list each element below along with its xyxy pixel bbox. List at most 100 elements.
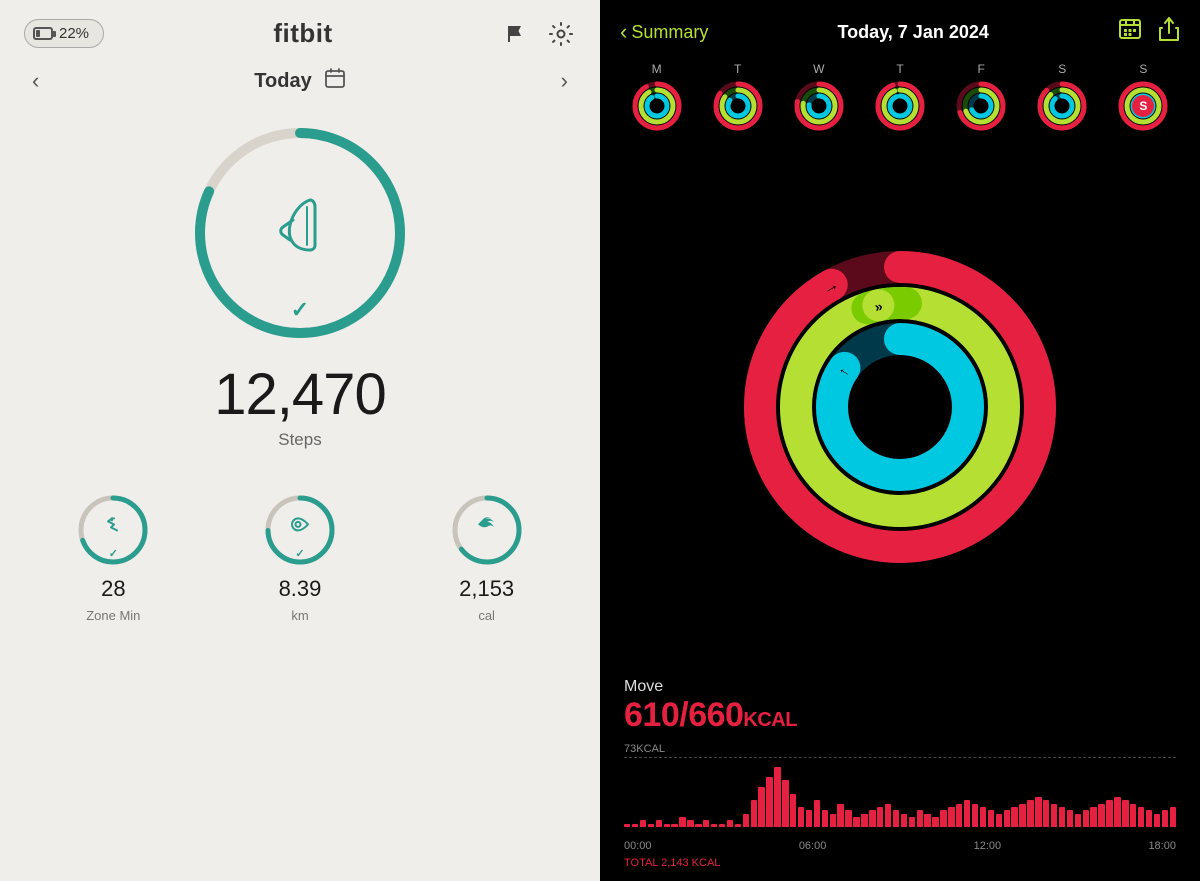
battery-percent: 22% (59, 25, 89, 42)
chart-bar-20 (782, 780, 788, 827)
metric-zone-min-ring: ✓ (73, 490, 153, 570)
zone-min-check: ✓ (109, 547, 118, 560)
day-ring-3 (874, 80, 926, 132)
apple-date: Today, 7 Jan 2024 (837, 22, 988, 43)
steps-value: 12,470 (214, 361, 385, 428)
chart-bar-42 (956, 804, 962, 827)
day-ring-item-5[interactable]: S (1036, 62, 1088, 132)
metric-cal-ring (447, 490, 527, 570)
day-ring-item-6[interactable]: S S (1117, 62, 1169, 132)
chart-bar-44 (972, 804, 978, 827)
chart-bar-5 (664, 824, 670, 827)
move-current: 610 (624, 696, 679, 734)
flag-icon[interactable] (502, 19, 532, 49)
chart-bar-61 (1106, 800, 1112, 827)
chart-bar-22 (798, 807, 804, 827)
chart-bar-58 (1083, 810, 1089, 827)
battery-badge: 22% (24, 19, 104, 48)
chart-bar-11 (711, 824, 717, 827)
day-ring-item-0[interactable]: M (631, 62, 683, 132)
chart-bar-10 (703, 820, 709, 827)
chart-bar-66 (1146, 810, 1152, 827)
chart-bar-51 (1027, 800, 1033, 827)
nav-row: ‹ Today › (0, 59, 600, 103)
activity-rings-section: → » ↑ (600, 144, 1200, 670)
chart-bar-64 (1130, 804, 1136, 827)
day-ring-6: S (1117, 80, 1169, 132)
day-ring-0 (631, 80, 683, 132)
day-ring-item-1[interactable]: T (712, 62, 764, 132)
calendar-icon[interactable] (324, 67, 346, 95)
chart-bar-34 (893, 810, 899, 827)
nav-prev[interactable]: ‹ (32, 68, 39, 94)
chart-bar-53 (1043, 800, 1049, 827)
km-value: 8.39 (279, 576, 322, 602)
time-label-2: 12:00 (974, 840, 1002, 852)
chart-bar-37 (917, 810, 923, 827)
day-ring-item-3[interactable]: T (874, 62, 926, 132)
apple-header: ‹ Summary Today, 7 Jan 2024 (600, 0, 1200, 56)
chart-bar-6 (671, 824, 677, 827)
chart-bar-43 (964, 800, 970, 827)
battery-icon (33, 27, 53, 40)
activity-rings-svg: → » ↑ (740, 247, 1060, 567)
move-section: Move 610/660KCAL (600, 670, 1200, 739)
day-label-6: S (1139, 62, 1147, 76)
fitbit-header: 22% fitbit (0, 0, 600, 59)
chart-bar-46 (988, 810, 994, 827)
chart-bar-15 (743, 814, 749, 827)
nav-next[interactable]: › (561, 68, 568, 94)
chart-bar-55 (1059, 807, 1065, 827)
chart-bar-19 (774, 767, 780, 827)
apple-panel: ‹ Summary Today, 7 Jan 2024 (600, 0, 1200, 881)
move-value: 610/660KCAL (624, 696, 1176, 735)
weekly-strip: M T W T (600, 56, 1200, 144)
chart-bar-39 (932, 817, 938, 827)
chart-section: 73KCAL 00:00 06:00 12:00 18:00 TOTAL 2,1… (600, 739, 1200, 881)
day-label-3: T (896, 62, 903, 76)
cal-label: cal (478, 608, 495, 623)
calendar-grid-icon[interactable] (1118, 17, 1142, 47)
chart-bar-47 (996, 814, 1002, 827)
metric-km: ✓ 8.39 km (260, 490, 340, 623)
steps-label: Steps (278, 430, 321, 450)
chart-bar-56 (1067, 810, 1073, 827)
day-label-4: F (977, 62, 984, 76)
chart-bar-57 (1075, 814, 1081, 827)
day-label-1: T (734, 62, 741, 76)
apple-header-icons (1118, 16, 1180, 48)
chart-bar-41 (948, 807, 954, 827)
fitbit-panel: 22% fitbit ‹ Today (0, 0, 600, 881)
chart-bar-7 (679, 817, 685, 827)
chart-bar-67 (1154, 814, 1160, 827)
back-button[interactable]: ‹ Summary (620, 19, 708, 45)
chart-kcal-label: 73KCAL (624, 743, 1176, 755)
fitbit-header-icons (502, 19, 576, 49)
chart-bar-25 (822, 810, 828, 827)
chart-bar-26 (830, 814, 836, 827)
chart-bar-33 (885, 804, 891, 827)
chart-bar-14 (735, 824, 741, 827)
chart-bar-9 (695, 824, 701, 827)
km-icon (291, 514, 309, 540)
nav-today-label: Today (254, 70, 311, 93)
back-chevron-icon: ‹ (620, 19, 627, 45)
chart-bar-32 (877, 807, 883, 827)
time-label-0: 00:00 (624, 840, 652, 852)
move-label: Move (624, 678, 1176, 696)
day-ring-item-2[interactable]: W (793, 62, 845, 132)
chart-bar-38 (924, 814, 930, 827)
time-label-3: 18:00 (1148, 840, 1176, 852)
day-ring-item-4[interactable]: F (955, 62, 1007, 132)
settings-icon[interactable] (546, 19, 576, 49)
chart-bar-4 (656, 820, 662, 827)
chart-bar-12 (719, 824, 725, 827)
chart-bar-2 (640, 820, 646, 827)
chart-bar-62 (1114, 797, 1120, 827)
nav-center: Today (254, 67, 345, 95)
share-icon[interactable] (1158, 16, 1180, 48)
zone-min-label: Zone Min (86, 608, 140, 623)
day-label-5: S (1058, 62, 1066, 76)
steps-checkmark: ✓ (291, 297, 309, 323)
zone-min-value: 28 (101, 576, 125, 602)
